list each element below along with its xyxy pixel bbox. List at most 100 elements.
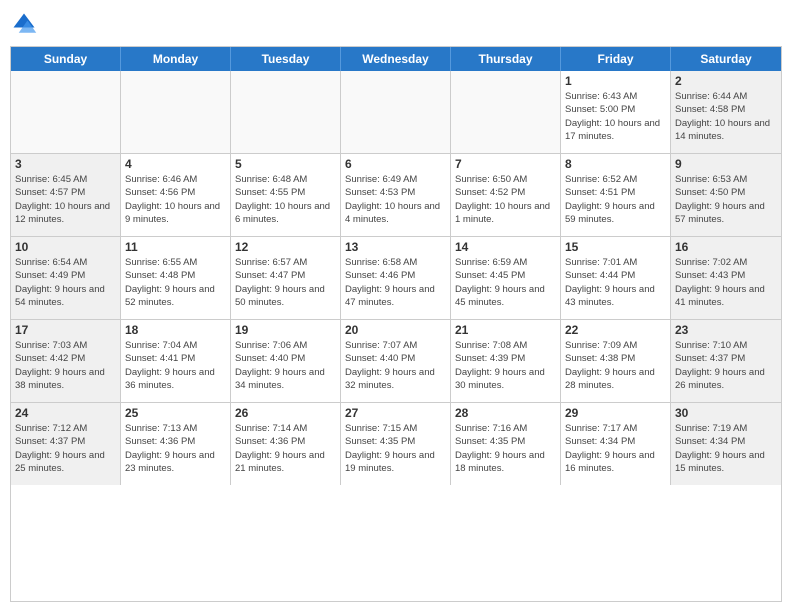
day-info: Sunrise: 7:16 AMSunset: 4:35 PMDaylight:… [455,422,556,475]
day-number: 21 [455,323,556,337]
day-number: 8 [565,157,666,171]
calendar-cell-3: 3 Sunrise: 6:45 AMSunset: 4:57 PMDaylight… [11,154,121,236]
day-info: Sunrise: 7:13 AMSunset: 4:36 PMDaylight:… [125,422,226,475]
day-number: 28 [455,406,556,420]
day-info: Sunrise: 7:08 AMSunset: 4:39 PMDaylight:… [455,339,556,392]
day-info: Sunrise: 7:19 AMSunset: 4:34 PMDaylight:… [675,422,777,475]
day-number: 29 [565,406,666,420]
day-info: Sunrise: 6:50 AMSunset: 4:52 PMDaylight:… [455,173,556,226]
calendar-row-1: 3 Sunrise: 6:45 AMSunset: 4:57 PMDaylight… [11,154,781,237]
logo [10,10,42,38]
day-number: 14 [455,240,556,254]
day-number: 10 [15,240,116,254]
day-number: 13 [345,240,446,254]
calendar-cell-empty [231,71,341,153]
calendar-header-wednesday: Wednesday [341,47,451,71]
calendar-row-0: 1 Sunrise: 6:43 AMSunset: 5:00 PMDaylight… [11,71,781,154]
day-number: 11 [125,240,226,254]
day-number: 6 [345,157,446,171]
day-number: 1 [565,74,666,88]
calendar-cell-empty [451,71,561,153]
header [10,10,782,38]
calendar-header: SundayMondayTuesdayWednesdayThursdayFrid… [11,47,781,71]
day-info: Sunrise: 6:52 AMSunset: 4:51 PMDaylight:… [565,173,666,226]
calendar-cell-empty [11,71,121,153]
day-number: 3 [15,157,116,171]
calendar-cell-12: 12 Sunrise: 6:57 AMSunset: 4:47 PMDayligh… [231,237,341,319]
calendar-header-saturday: Saturday [671,47,781,71]
calendar-cell-empty [341,71,451,153]
calendar-body: 1 Sunrise: 6:43 AMSunset: 5:00 PMDaylight… [11,71,781,485]
day-info: Sunrise: 7:02 AMSunset: 4:43 PMDaylight:… [675,256,777,309]
day-number: 30 [675,406,777,420]
calendar-cell-18: 18 Sunrise: 7:04 AMSunset: 4:41 PMDayligh… [121,320,231,402]
calendar-header-sunday: Sunday [11,47,121,71]
day-info: Sunrise: 6:44 AMSunset: 4:58 PMDaylight:… [675,90,777,143]
calendar-cell-13: 13 Sunrise: 6:58 AMSunset: 4:46 PMDayligh… [341,237,451,319]
calendar-header-friday: Friday [561,47,671,71]
day-number: 2 [675,74,777,88]
day-info: Sunrise: 7:10 AMSunset: 4:37 PMDaylight:… [675,339,777,392]
calendar-cell-5: 5 Sunrise: 6:48 AMSunset: 4:55 PMDaylight… [231,154,341,236]
calendar-cell-29: 29 Sunrise: 7:17 AMSunset: 4:34 PMDayligh… [561,403,671,485]
calendar-cell-24: 24 Sunrise: 7:12 AMSunset: 4:37 PMDayligh… [11,403,121,485]
calendar-cell-20: 20 Sunrise: 7:07 AMSunset: 4:40 PMDayligh… [341,320,451,402]
day-info: Sunrise: 6:55 AMSunset: 4:48 PMDaylight:… [125,256,226,309]
day-info: Sunrise: 6:48 AMSunset: 4:55 PMDaylight:… [235,173,336,226]
calendar-cell-30: 30 Sunrise: 7:19 AMSunset: 4:34 PMDayligh… [671,403,781,485]
day-info: Sunrise: 7:15 AMSunset: 4:35 PMDaylight:… [345,422,446,475]
page: SundayMondayTuesdayWednesdayThursdayFrid… [0,0,792,612]
day-number: 4 [125,157,226,171]
day-info: Sunrise: 7:14 AMSunset: 4:36 PMDaylight:… [235,422,336,475]
calendar-cell-17: 17Sunrise: 7:03 AMSunset: 4:42 PMDayligh… [11,320,121,402]
calendar-cell-10: 10Sunrise: 6:54 AMSunset: 4:49 PMDayligh… [11,237,121,319]
day-info: Sunrise: 6:43 AMSunset: 5:00 PMDaylight:… [565,90,666,143]
day-number: 18 [125,323,226,337]
day-info: Sunrise: 6:45 AMSunset: 4:57 PMDaylight:… [15,173,116,226]
day-info: Sunrise: 7:07 AMSunset: 4:40 PMDaylight:… [345,339,446,392]
day-info: Sunrise: 7:17 AMSunset: 4:34 PMDaylight:… [565,422,666,475]
day-number: 5 [235,157,336,171]
calendar-cell-4: 4 Sunrise: 6:46 AMSunset: 4:56 PMDaylight… [121,154,231,236]
calendar-cell-23: 23 Sunrise: 7:10 AMSunset: 4:37 PMDayligh… [671,320,781,402]
day-number: 12 [235,240,336,254]
calendar-cell-2: 2 Sunrise: 6:44 AMSunset: 4:58 PMDaylight… [671,71,781,153]
calendar-cell-25: 25 Sunrise: 7:13 AMSunset: 4:36 PMDayligh… [121,403,231,485]
day-number: 25 [125,406,226,420]
calendar-cell-empty [121,71,231,153]
calendar-cell-9: 9Sunrise: 6:53 AMSunset: 4:50 PMDaylight… [671,154,781,236]
calendar-cell-11: 11 Sunrise: 6:55 AMSunset: 4:48 PMDayligh… [121,237,231,319]
day-number: 16 [675,240,777,254]
day-number: 7 [455,157,556,171]
day-number: 19 [235,323,336,337]
calendar-row-4: 24 Sunrise: 7:12 AMSunset: 4:37 PMDayligh… [11,403,781,485]
day-number: 27 [345,406,446,420]
day-info: Sunrise: 7:04 AMSunset: 4:41 PMDaylight:… [125,339,226,392]
day-info: Sunrise: 7:09 AMSunset: 4:38 PMDaylight:… [565,339,666,392]
day-info: Sunrise: 6:49 AMSunset: 4:53 PMDaylight:… [345,173,446,226]
calendar-header-tuesday: Tuesday [231,47,341,71]
day-info: Sunrise: 6:58 AMSunset: 4:46 PMDaylight:… [345,256,446,309]
calendar-cell-15: 15 Sunrise: 7:01 AMSunset: 4:44 PMDayligh… [561,237,671,319]
day-number: 17 [15,323,116,337]
calendar-cell-1: 1 Sunrise: 6:43 AMSunset: 5:00 PMDaylight… [561,71,671,153]
calendar-cell-28: 28 Sunrise: 7:16 AMSunset: 4:35 PMDayligh… [451,403,561,485]
calendar-cell-7: 7 Sunrise: 6:50 AMSunset: 4:52 PMDaylight… [451,154,561,236]
day-number: 24 [15,406,116,420]
day-info: Sunrise: 7:12 AMSunset: 4:37 PMDaylight:… [15,422,116,475]
day-number: 20 [345,323,446,337]
day-info: Sunrise: 7:06 AMSunset: 4:40 PMDaylight:… [235,339,336,392]
calendar-cell-16: 16 Sunrise: 7:02 AMSunset: 4:43 PMDayligh… [671,237,781,319]
day-number: 9 [675,157,777,171]
calendar-header-monday: Monday [121,47,231,71]
day-number: 15 [565,240,666,254]
day-info: Sunrise: 7:01 AMSunset: 4:44 PMDaylight:… [565,256,666,309]
calendar: SundayMondayTuesdayWednesdayThursdayFrid… [10,46,782,602]
day-info: Sunrise: 6:57 AMSunset: 4:47 PMDaylight:… [235,256,336,309]
calendar-cell-19: 19 Sunrise: 7:06 AMSunset: 4:40 PMDayligh… [231,320,341,402]
calendar-header-thursday: Thursday [451,47,561,71]
day-info: Sunrise: 6:46 AMSunset: 4:56 PMDaylight:… [125,173,226,226]
calendar-cell-27: 27 Sunrise: 7:15 AMSunset: 4:35 PMDayligh… [341,403,451,485]
day-number: 26 [235,406,336,420]
day-number: 23 [675,323,777,337]
